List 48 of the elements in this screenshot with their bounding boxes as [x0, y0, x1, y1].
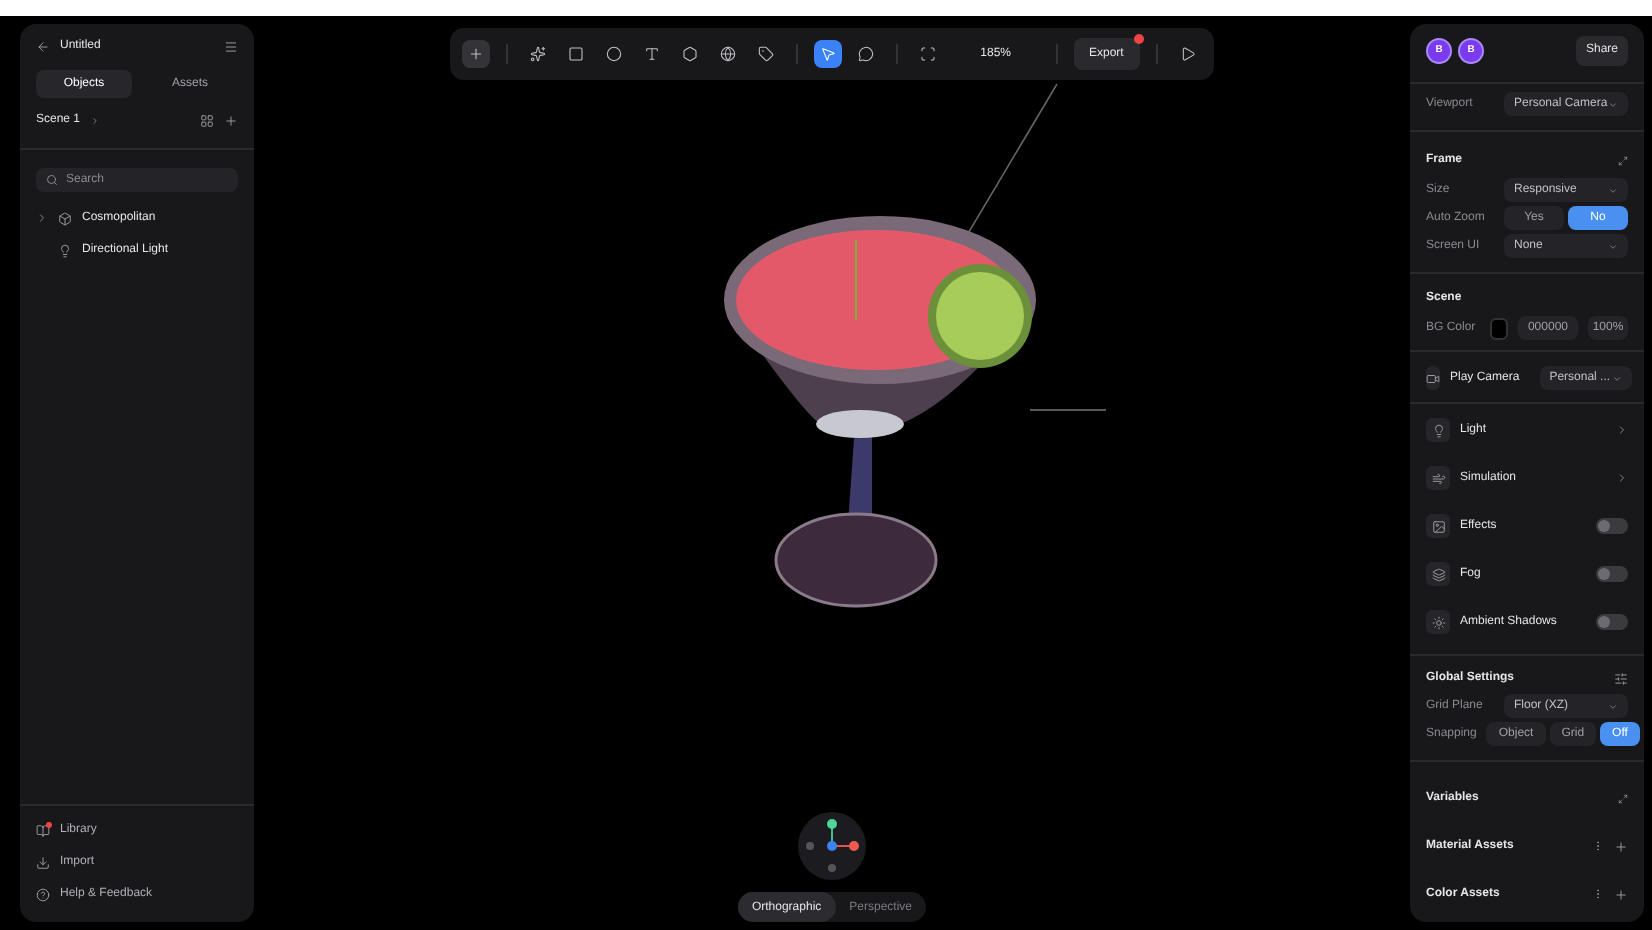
download-icon — [36, 855, 50, 869]
expand-icon — [36, 212, 48, 224]
layers-icon — [1431, 567, 1445, 581]
toggle-switch[interactable] — [1596, 614, 1628, 630]
rectangle-icon — [568, 46, 585, 62]
frame-icon — [920, 46, 937, 62]
lightbulb-icon — [58, 243, 72, 257]
color-swatch[interactable] — [1489, 317, 1508, 339]
wind-icon — [1431, 471, 1445, 485]
grid-icon[interactable] — [200, 113, 214, 127]
tag-icon — [758, 46, 775, 62]
chevron-icon — [1608, 99, 1618, 109]
menu-icon[interactable] — [224, 39, 238, 53]
help-icon — [36, 887, 50, 901]
video-camera-icon — [1426, 371, 1440, 385]
play-icon — [1179, 46, 1196, 62]
chevron-icon — [1608, 185, 1618, 195]
chevron-icon — [90, 115, 101, 125]
expand-icon[interactable] — [1618, 155, 1628, 165]
pointer-icon — [820, 46, 837, 62]
add-icon[interactable] — [1614, 839, 1628, 853]
book-icon — [36, 823, 50, 837]
toggle-switch[interactable] — [1596, 566, 1628, 582]
image-icon — [1431, 519, 1445, 533]
search-icon — [46, 174, 58, 186]
chevron-icon — [1611, 373, 1622, 383]
sparkle-icon — [530, 46, 547, 62]
sun-icon — [1431, 615, 1445, 629]
add-icon[interactable] — [1614, 887, 1628, 901]
lightbulb-icon — [1431, 423, 1445, 437]
ellipse-icon — [606, 46, 623, 62]
chevron-icon[interactable] — [1616, 424, 1628, 436]
chevron-icon — [1608, 241, 1618, 251]
hexagon-icon — [682, 46, 699, 62]
expand-icon[interactable] — [1618, 793, 1628, 803]
back-icon[interactable] — [36, 39, 50, 53]
axis-gizmo[interactable] — [795, 810, 868, 882]
add-icon — [468, 46, 485, 62]
chevron-icon — [1608, 701, 1618, 711]
toggle-switch[interactable] — [1596, 518, 1628, 534]
chevron-icon[interactable] — [1616, 472, 1628, 484]
sliders-icon[interactable] — [1614, 671, 1628, 685]
cube-icon — [58, 211, 72, 225]
globe-icon — [720, 46, 737, 62]
text-icon — [644, 46, 661, 62]
tool-button[interactable] — [814, 40, 843, 68]
speech-bubble-icon — [858, 46, 875, 62]
add-icon[interactable] — [224, 113, 238, 127]
